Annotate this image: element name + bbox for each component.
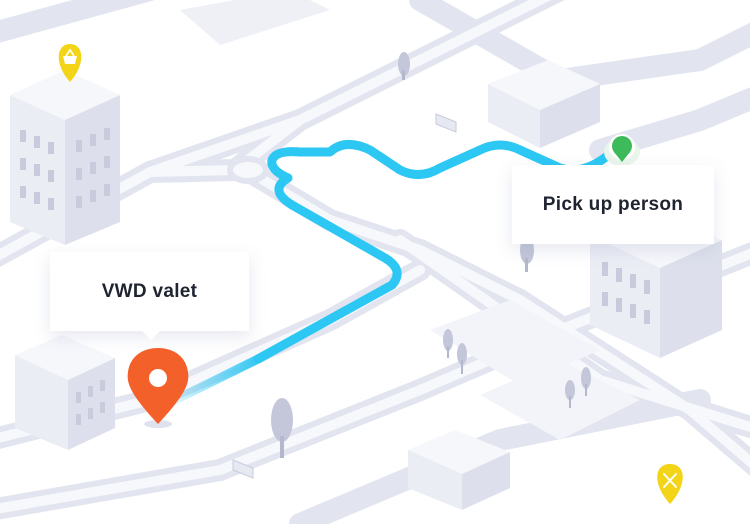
roundabout: [227, 156, 269, 184]
destination-label: VWD valet: [101, 280, 198, 302]
restaurant-pin[interactable]: [657, 464, 683, 504]
destination-label-card: VWD valet: [50, 252, 249, 340]
road-northwest: [0, 0, 155, 43]
tree: [271, 398, 293, 442]
pickup-label: Pick up person: [542, 193, 684, 215]
hatched-plot: [180, 0, 330, 45]
building-tall-left: [10, 70, 120, 245]
destination-pin[interactable]: [127, 348, 189, 428]
building-bottom-left: [15, 335, 115, 450]
map-view[interactable]: VWD valet Pick up person: [0, 0, 750, 524]
pickup-label-card: Pick up person: [512, 165, 714, 244]
